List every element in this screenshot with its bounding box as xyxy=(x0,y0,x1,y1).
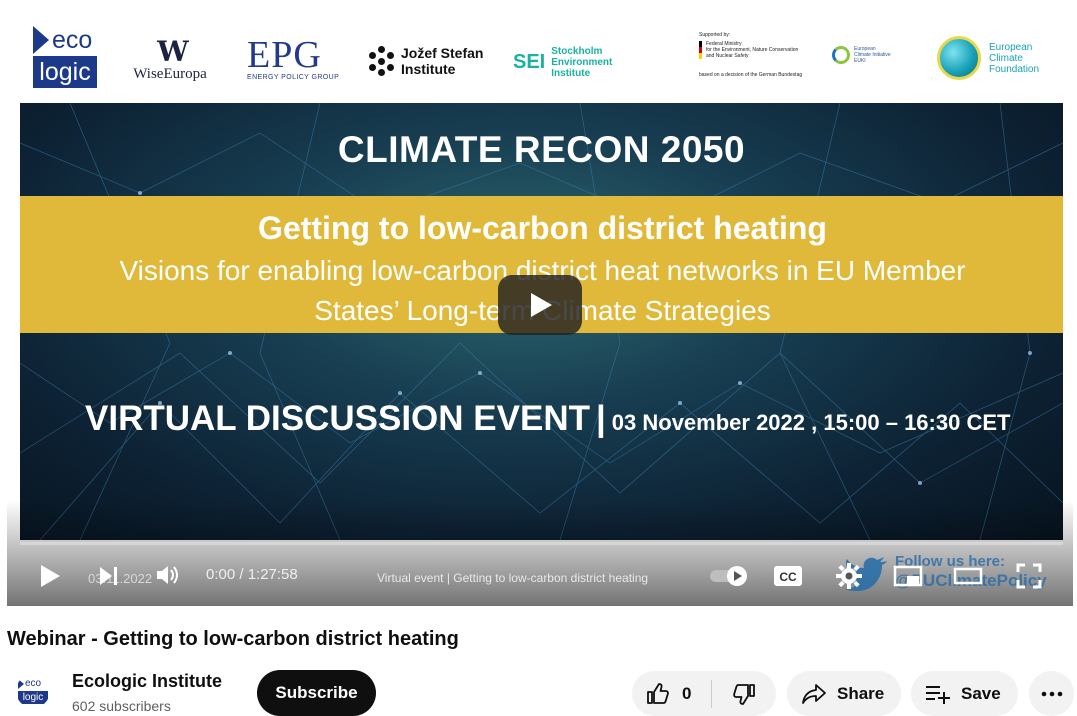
more-icon xyxy=(1041,691,1062,696)
channel-name[interactable]: Ecologic Institute xyxy=(72,671,222,692)
play-button[interactable] xyxy=(35,560,65,592)
ecf-globe-icon xyxy=(937,36,981,80)
video-player[interactable]: eco logic W WiseEuropa EPG ENERGY POLICY… xyxy=(7,0,1073,606)
sei-abbr: SEI xyxy=(513,51,546,73)
captions-button[interactable]: CC xyxy=(772,562,804,590)
chapter-title[interactable]: Virtual event | Getting to low-carbon di… xyxy=(377,571,648,585)
avatar-bottom-text: logic xyxy=(18,691,48,704)
save-label: Save xyxy=(961,683,1001,703)
like-count: 0 xyxy=(682,683,692,703)
wiseeuropa-logo: W WiseEuropa xyxy=(120,38,220,86)
share-label: Share xyxy=(837,683,885,703)
banner-title: CLIMATE RECON 2050 xyxy=(337,129,746,170)
ecologic-logo-bottom: logic xyxy=(33,56,97,88)
toggle-icon xyxy=(710,566,747,586)
ecf-line1: European xyxy=(989,41,1033,53)
channel-avatar[interactable]: eco logic xyxy=(16,674,50,708)
subscriber-count: 602 subscribers xyxy=(72,698,171,714)
event-label: VIRTUAL DISCUSSION EVENT xyxy=(85,399,590,438)
euki-ring-icon xyxy=(832,46,850,64)
banner-subtitle: Getting to low-carbon district heating xyxy=(258,210,827,246)
settings-icon xyxy=(836,563,862,589)
theater-mode-button[interactable] xyxy=(951,562,985,590)
jsi-dots-icon xyxy=(369,46,395,76)
like-button[interactable]: 0 xyxy=(632,671,711,716)
dislike-button[interactable] xyxy=(712,671,776,716)
german-flag-icon xyxy=(699,41,702,59)
epg-logo: EPG ENERGY POLICY GROUP xyxy=(247,36,347,86)
thumbs-up-icon xyxy=(647,682,669,704)
wiseeuropa-name: WiseEuropa xyxy=(133,66,207,82)
epg-logo-small: ENERGY POLICY GROUP xyxy=(247,74,340,81)
autoplay-toggle[interactable] xyxy=(709,562,749,590)
next-icon xyxy=(100,567,117,585)
ecologic-logo-top: eco xyxy=(52,25,93,54)
more-actions-button[interactable] xyxy=(1029,671,1074,716)
jsi-line1: Jožef Stefan xyxy=(401,45,484,61)
volume-button[interactable] xyxy=(153,560,183,590)
captions-icon: CC xyxy=(774,566,802,586)
share-icon xyxy=(802,683,826,704)
wiseeuropa-mark-icon: W xyxy=(157,35,189,68)
sei-line2: Environment xyxy=(551,56,613,68)
bmu-footer: based on a decision of the German Bundes… xyxy=(699,72,803,78)
share-button[interactable]: Share xyxy=(787,671,901,716)
jsi-line2: Institute xyxy=(401,61,456,77)
partner-logo-bar: eco logic W WiseEuropa EPG ENERGY POLICY… xyxy=(7,0,1073,103)
ecf-line3: Foundation xyxy=(989,63,1040,75)
subscribe-button[interactable]: Subscribe xyxy=(257,670,376,716)
fullscreen-icon xyxy=(1016,563,1042,589)
save-playlist-icon xyxy=(926,685,950,704)
thumbs-down-icon xyxy=(733,683,755,705)
time-display: 0:00 / 1:27:58 xyxy=(206,566,298,583)
avatar-top-text: eco xyxy=(25,678,42,689)
bmu-logo: Supported by: Federal Ministry for the E… xyxy=(699,32,819,88)
event-date: 03 November 2022 , 15:00 – 16:30 CET xyxy=(611,410,1011,435)
miniplayer-button[interactable] xyxy=(891,562,925,590)
progress-bar[interactable] xyxy=(20,542,1063,545)
jsi-logo: Jožef Stefan Institute xyxy=(369,44,499,78)
volume-icon xyxy=(157,566,178,584)
video-title: Webinar - Getting to low-carbon district… xyxy=(7,628,459,650)
sei-logo: SEI Stockholm Environment Institute xyxy=(513,42,623,82)
event-line: VIRTUAL DISCUSSION EVENT | 03 November 202… xyxy=(85,399,1010,439)
bmu-line3: and Nuclear Safety xyxy=(706,53,749,59)
play-icon xyxy=(531,293,552,317)
next-button[interactable] xyxy=(95,562,123,590)
euki-line3: EUKI xyxy=(854,58,866,64)
like-dislike-group: 0 xyxy=(632,671,776,716)
save-button[interactable]: Save xyxy=(911,671,1018,716)
euki-logo: European Climate Initiative EUKI xyxy=(832,42,907,68)
sei-line1: Stockholm xyxy=(551,45,603,57)
play-icon xyxy=(41,565,60,587)
ecologic-logo: eco logic xyxy=(33,26,97,88)
epg-logo-big: EPG xyxy=(247,34,322,76)
theater-icon xyxy=(953,567,983,585)
large-play-button[interactable] xyxy=(498,275,582,335)
sei-line3: Institute xyxy=(551,67,591,79)
ecf-line2: Climate xyxy=(989,52,1023,64)
svg-text:CC: CC xyxy=(779,570,797,584)
event-separator: | xyxy=(595,399,606,438)
miniplayer-icon xyxy=(893,565,923,587)
settings-button[interactable] xyxy=(833,560,865,592)
ecf-logo: European Climate Foundation xyxy=(937,34,1057,82)
fullscreen-button[interactable] xyxy=(1013,560,1045,592)
